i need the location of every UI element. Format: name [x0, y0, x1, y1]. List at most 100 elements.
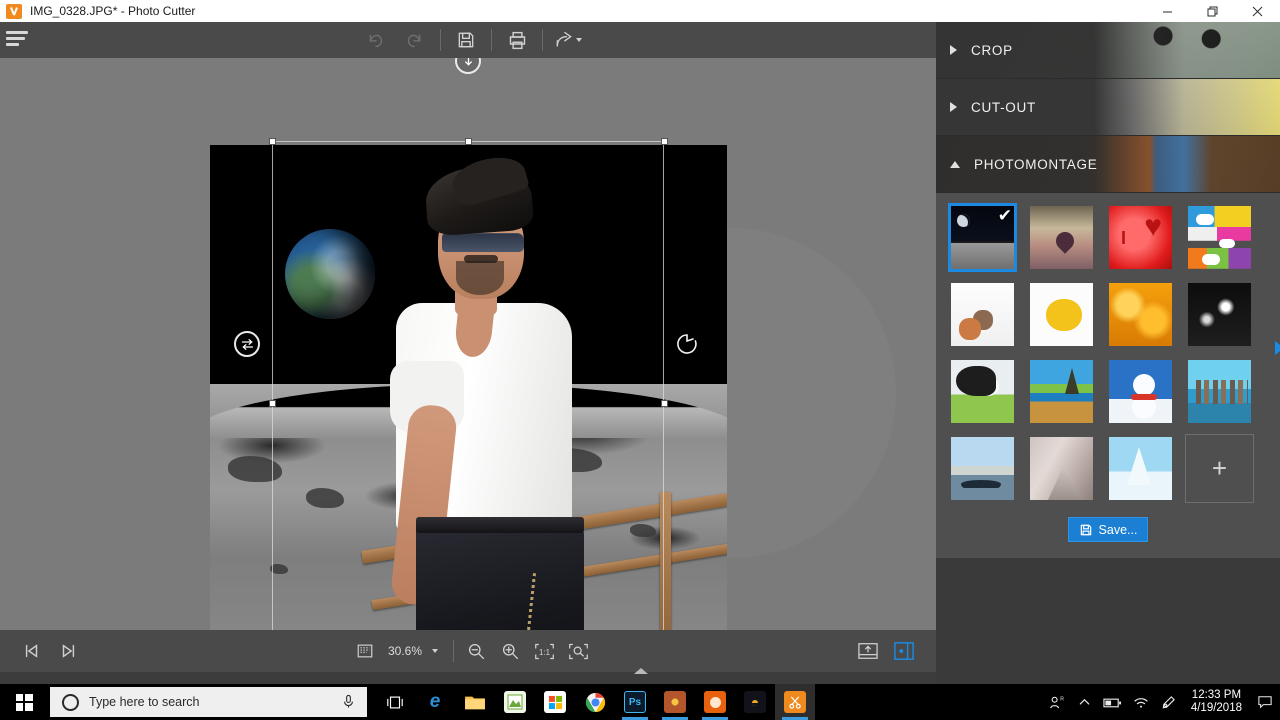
section-photomontage[interactable]: PHOTOMONTAGE	[936, 136, 1280, 193]
toolbar-separator	[491, 29, 492, 51]
wifi-icon[interactable]	[1127, 684, 1155, 720]
battery-icon[interactable]	[1099, 684, 1127, 720]
taskbar-app-pinwheel[interactable]	[655, 684, 695, 720]
taskbar-app-green-editor[interactable]	[495, 684, 535, 720]
file-explorer-icon	[465, 696, 485, 710]
section-cutout-label: CUT-OUT	[971, 99, 1036, 115]
resize-handle-top-right[interactable]	[661, 138, 668, 145]
first-image-button[interactable]	[14, 630, 50, 672]
move-down-handle-icon[interactable]	[455, 58, 481, 74]
taskbar-app-microsoft-edge[interactable]: e	[415, 684, 455, 720]
resize-handle-middle-right[interactable]	[661, 400, 668, 407]
composited-photo[interactable]	[210, 145, 727, 630]
taskbar-apps: e Ps ◓	[375, 684, 815, 720]
save-montage-button[interactable]: Save...	[1067, 517, 1149, 542]
taskbar-app-photoshop[interactable]: Ps	[615, 684, 655, 720]
pen-icon[interactable]	[1155, 684, 1183, 720]
rotate-handle-icon[interactable]	[674, 331, 700, 357]
photomontage-thumbnail-panel: ✔ +	[936, 193, 1280, 507]
thumbnail-comic-speech-bubbles[interactable]	[1185, 203, 1254, 272]
close-button[interactable]	[1235, 0, 1280, 22]
flame-icon: ◓	[744, 691, 766, 713]
thumbnail-cherry-blossom-path[interactable]	[1027, 434, 1096, 503]
zoom-out-button[interactable]	[459, 630, 493, 672]
taskbar-clock[interactable]: 12:33 PM 4/19/2018	[1183, 689, 1250, 715]
resize-handle-top-left[interactable]	[269, 138, 276, 145]
person-belt	[416, 517, 584, 533]
thumbnail-art	[1188, 283, 1251, 346]
thumbnail-grid: ✔ +	[948, 203, 1268, 503]
notifications-button[interactable]	[1250, 684, 1280, 720]
collapse-toolbar-arrow-icon[interactable]	[634, 668, 648, 674]
undo-button[interactable]	[355, 22, 395, 58]
cortana-icon	[62, 693, 79, 711]
thumbnail-snowman[interactable]	[1106, 357, 1175, 426]
fit-to-window-button[interactable]	[561, 630, 595, 672]
windows-logo-icon	[15, 693, 33, 711]
taskbar-search-box[interactable]: Type here to search	[50, 687, 367, 717]
start-button[interactable]	[0, 684, 48, 720]
thumbnail-moon-surface[interactable]: ✔	[948, 203, 1017, 272]
print-button[interactable]	[497, 22, 537, 58]
thumbnail-eiffel-beach[interactable]	[1027, 357, 1096, 426]
canvas-area[interactable]	[0, 58, 936, 630]
app-scissors-icon	[6, 3, 22, 19]
chevron-down-icon	[576, 38, 582, 42]
taskbar-app-microsoft-store[interactable]	[535, 684, 575, 720]
flip-horizontal-handle-icon[interactable]	[234, 331, 260, 357]
add-background-button[interactable]: +	[1185, 434, 1254, 503]
redo-button[interactable]	[395, 22, 435, 58]
section-cutout[interactable]: CUT-OUT	[936, 79, 1280, 136]
taskbar-app-task-view[interactable]	[375, 684, 415, 720]
thumbnail-cow-meadow[interactable]	[948, 357, 1017, 426]
thumbnail-heart-tree-sunset[interactable]	[1027, 203, 1096, 272]
taskbar-app-flame[interactable]: ◓	[735, 684, 775, 720]
thumbnail-kittens-white[interactable]	[948, 280, 1017, 349]
restore-button[interactable]	[1190, 0, 1235, 22]
zoom-dropdown-caret-icon[interactable]	[432, 649, 439, 653]
minimize-button[interactable]	[1145, 0, 1190, 22]
green-editor-icon	[504, 691, 526, 713]
accordion-sections: CROP CUT-OUT PHOTOMONTAGE	[936, 22, 1280, 193]
taskbar-app-photo-cutter[interactable]	[775, 684, 815, 720]
thumbnail-art	[1030, 206, 1093, 269]
moon-rock	[306, 488, 344, 508]
thumbnail-i-love-heart-red[interactable]	[1106, 203, 1175, 272]
thumbnail-yellow-monster[interactable]	[1027, 280, 1096, 349]
zoom-level-icon[interactable]	[348, 630, 382, 672]
panel-scroll-right-arrow-icon[interactable]	[1275, 341, 1280, 355]
clock-time: 12:33 PM	[1191, 689, 1242, 701]
person-mustache	[464, 255, 498, 263]
chevron-right-icon	[950, 102, 957, 112]
actual-size-button[interactable]: 1:1	[527, 630, 561, 672]
taskbar-app-orange-photo[interactable]	[695, 684, 735, 720]
moon-rock	[228, 456, 282, 482]
thumbnail-golden-bokeh[interactable]	[1106, 280, 1175, 349]
person-jeans	[416, 521, 584, 630]
menu-button[interactable]	[0, 22, 34, 58]
thumbnail-snowy-trees[interactable]	[1106, 434, 1175, 503]
section-crop[interactable]: CROP	[936, 22, 1280, 79]
export-image-button[interactable]	[854, 638, 882, 664]
save-button[interactable]	[446, 22, 486, 58]
share-button[interactable]	[548, 22, 588, 58]
resize-handle-top-center[interactable]	[465, 138, 472, 145]
microphone-icon[interactable]	[342, 694, 355, 714]
chevron-down-icon	[950, 160, 960, 168]
thumbnail-concert-lights[interactable]	[1185, 280, 1254, 349]
taskbar-app-file-explorer[interactable]	[455, 684, 495, 720]
bottom-status-bar: 30.6% 1:1	[0, 630, 936, 672]
zoom-in-button[interactable]	[493, 630, 527, 672]
title-bar: IMG_0328.JPG* - Photo Cutter	[0, 0, 1280, 22]
people-icon[interactable]: R	[1043, 684, 1071, 720]
tools-side-panel: CROP CUT-OUT PHOTOMONTAGE ✔ I ♥ + Save..…	[936, 22, 1280, 694]
thumbnail-city-skyline[interactable]	[1185, 357, 1254, 426]
show-hidden-icons-button[interactable]	[1071, 684, 1099, 720]
resize-handle-middle-left[interactable]	[269, 400, 276, 407]
next-image-button[interactable]	[50, 630, 86, 672]
toggle-side-panel-button[interactable]	[890, 638, 918, 664]
zoom-level-value[interactable]: 30.6%	[388, 644, 422, 658]
thumbnail-art	[1109, 283, 1172, 346]
thumbnail-venice-gondolas[interactable]	[948, 434, 1017, 503]
taskbar-app-google-chrome[interactable]	[575, 684, 615, 720]
